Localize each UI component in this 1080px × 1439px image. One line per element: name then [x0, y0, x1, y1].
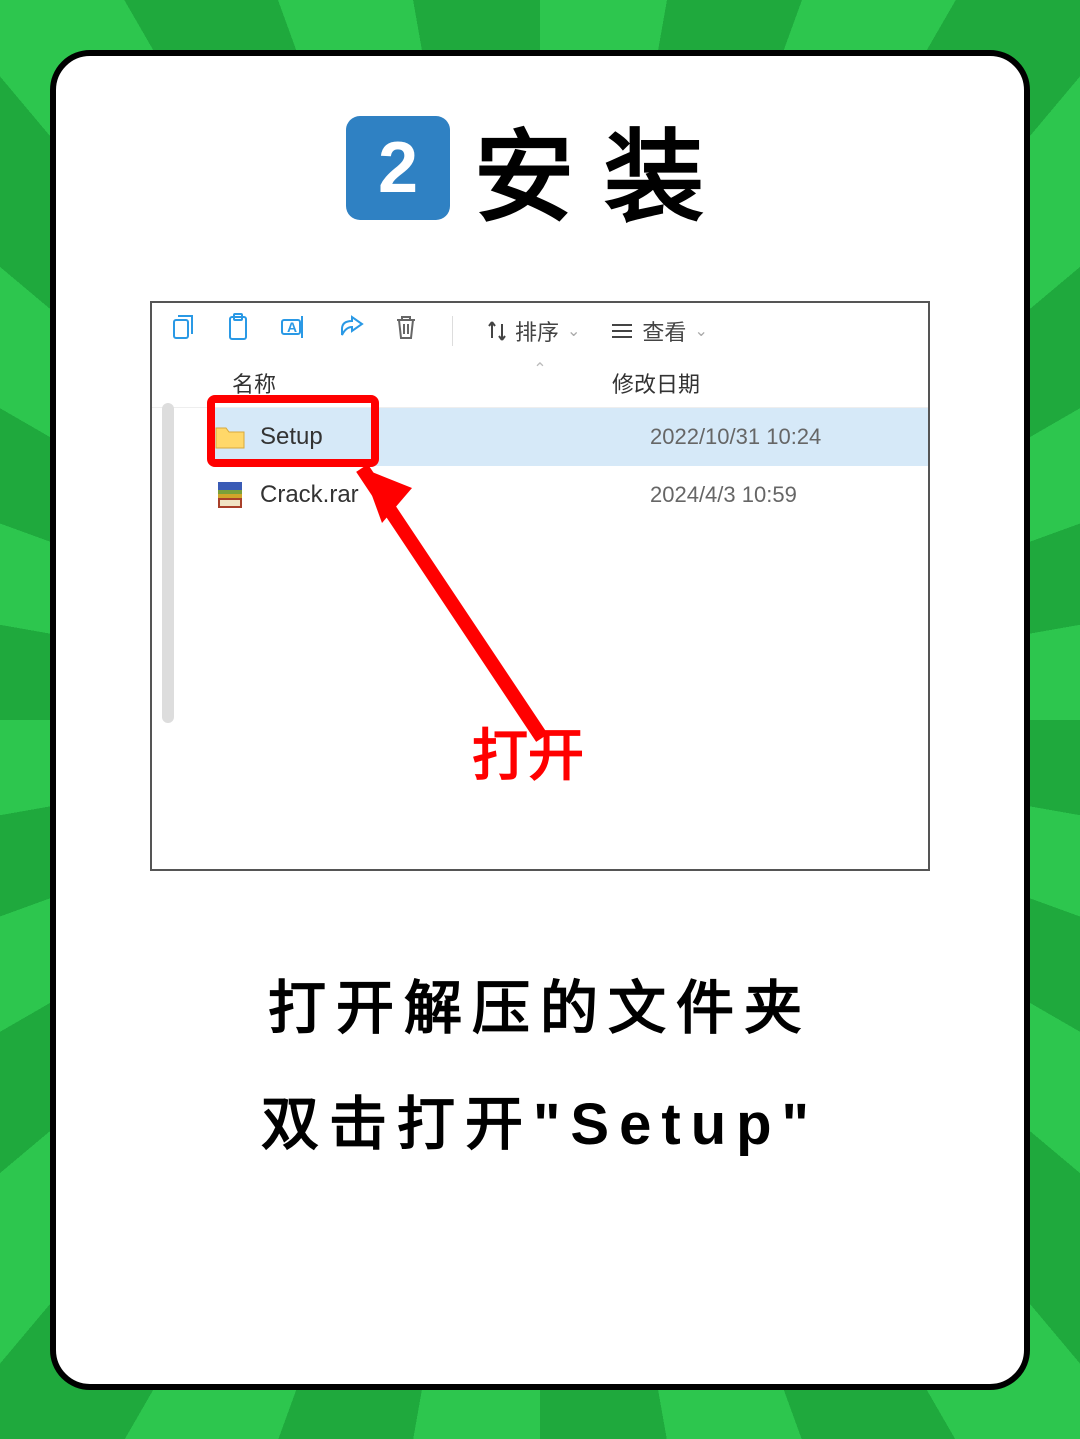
scrollbar[interactable]	[162, 403, 174, 723]
toolbar-divider	[452, 316, 453, 346]
sort-indicator-icon: ⌃	[533, 359, 546, 379]
file-name: Crack.rar	[260, 481, 650, 509]
file-name: Setup	[260, 423, 650, 451]
chevron-down-icon: ⌄	[567, 321, 580, 341]
explorer-toolbar: A 排序 ⌄ 查看 ⌄	[152, 303, 928, 359]
file-date: 2022/10/31 10:24	[650, 424, 821, 450]
svg-text:A: A	[287, 319, 297, 335]
view-label: 查看	[642, 315, 686, 347]
step-title-text: 安装	[474, 96, 734, 241]
column-date-header[interactable]: 修改日期	[612, 367, 892, 399]
column-headers: ⌃ 名称 修改日期	[152, 359, 928, 408]
rar-icon	[212, 481, 248, 509]
step-number-badge: 2	[346, 116, 450, 220]
copy-icon[interactable]	[172, 314, 196, 347]
rename-icon[interactable]: A	[280, 314, 308, 347]
instructions: 打开解压的文件夹 双击打开"Setup"	[261, 951, 819, 1183]
file-date: 2024/4/3 10:59	[650, 482, 797, 508]
sort-icon	[487, 320, 507, 342]
view-button[interactable]: 查看 ⌄	[610, 315, 707, 347]
file-list: Setup 2022/10/31 10:24 Crack.rar 2024/4/…	[152, 408, 928, 524]
step-title: 2 安装	[346, 96, 734, 241]
folder-icon	[212, 423, 248, 451]
tutorial-card: 2 安装 A	[50, 50, 1030, 1390]
column-name-header[interactable]: 名称	[232, 367, 612, 399]
delete-icon[interactable]	[394, 314, 418, 347]
file-row-setup[interactable]: Setup 2022/10/31 10:24	[212, 408, 928, 466]
share-icon[interactable]	[338, 315, 364, 346]
step-number: 2	[378, 127, 418, 209]
paste-icon[interactable]	[226, 313, 250, 348]
sort-button[interactable]: 排序 ⌄	[487, 315, 580, 347]
instruction-line-1: 打开解压的文件夹	[261, 951, 819, 1067]
file-explorer-screenshot: A 排序 ⌄ 查看 ⌄	[150, 301, 930, 871]
open-annotation-label: 打开	[472, 711, 584, 792]
chevron-down-icon: ⌄	[694, 321, 707, 341]
instruction-line-2: 双击打开"Setup"	[261, 1067, 819, 1183]
view-icon	[610, 322, 634, 340]
sort-label: 排序	[515, 315, 559, 347]
file-row-crack[interactable]: Crack.rar 2024/4/3 10:59	[212, 466, 928, 524]
